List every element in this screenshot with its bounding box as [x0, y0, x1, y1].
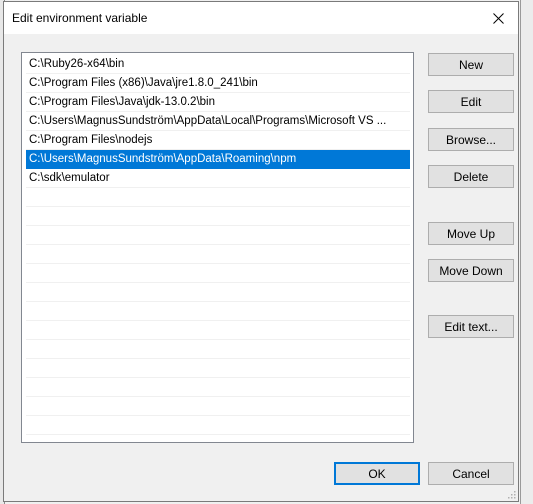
title-bar[interactable]: Edit environment variable — [4, 2, 518, 34]
list-item-empty[interactable] — [26, 188, 410, 207]
new-button[interactable]: New — [428, 53, 514, 76]
delete-button[interactable]: Delete — [428, 165, 514, 188]
ok-button[interactable]: OK — [334, 462, 420, 485]
list-item-empty[interactable] — [26, 207, 410, 226]
list-item[interactable]: C:\Users\MagnusSundström\AppData\Local\P… — [26, 112, 410, 131]
list-item-empty[interactable] — [26, 264, 410, 283]
list-item-empty[interactable] — [26, 340, 410, 359]
list-item[interactable]: C:\Program Files (x86)\Java\jre1.8.0_241… — [26, 74, 410, 93]
move-down-button[interactable]: Move Down — [428, 259, 514, 282]
resize-grip-icon[interactable] — [506, 489, 516, 499]
list-item-empty[interactable] — [26, 378, 410, 397]
browse-button[interactable]: Browse... — [428, 128, 514, 151]
list-item-empty[interactable] — [26, 226, 410, 245]
close-button[interactable] — [478, 2, 518, 34]
list-item[interactable]: C:\Program Files\Java\jdk-13.0.2\bin — [26, 93, 410, 112]
list-item-empty[interactable] — [26, 416, 410, 435]
list-item[interactable]: C:\Ruby26-x64\bin — [26, 55, 410, 74]
edit-button[interactable]: Edit — [428, 90, 514, 113]
list-item-empty[interactable] — [26, 359, 410, 378]
background-window-edge-right — [520, 0, 533, 504]
list-item-selected[interactable]: C:\Users\MagnusSundström\AppData\Roaming… — [26, 150, 410, 169]
edit-environment-variable-dialog: Edit environment variable C:\Ruby26-x64\… — [3, 1, 519, 502]
close-icon — [492, 12, 504, 24]
dialog-title: Edit environment variable — [12, 11, 148, 25]
list-item-empty[interactable] — [26, 397, 410, 416]
list-item[interactable]: C:\sdk\emulator — [26, 169, 410, 188]
path-list[interactable]: C:\Ruby26-x64\bin C:\Program Files (x86)\… — [21, 52, 414, 443]
move-up-button[interactable]: Move Up — [428, 222, 514, 245]
list-item-empty[interactable] — [26, 283, 410, 302]
cancel-button[interactable]: Cancel — [428, 462, 514, 485]
list-item-empty[interactable] — [26, 321, 410, 340]
edit-text-button[interactable]: Edit text... — [428, 315, 514, 338]
list-item-empty[interactable] — [26, 245, 410, 264]
list-item-empty[interactable] — [26, 302, 410, 321]
list-item[interactable]: C:\Program Files\nodejs — [26, 131, 410, 150]
